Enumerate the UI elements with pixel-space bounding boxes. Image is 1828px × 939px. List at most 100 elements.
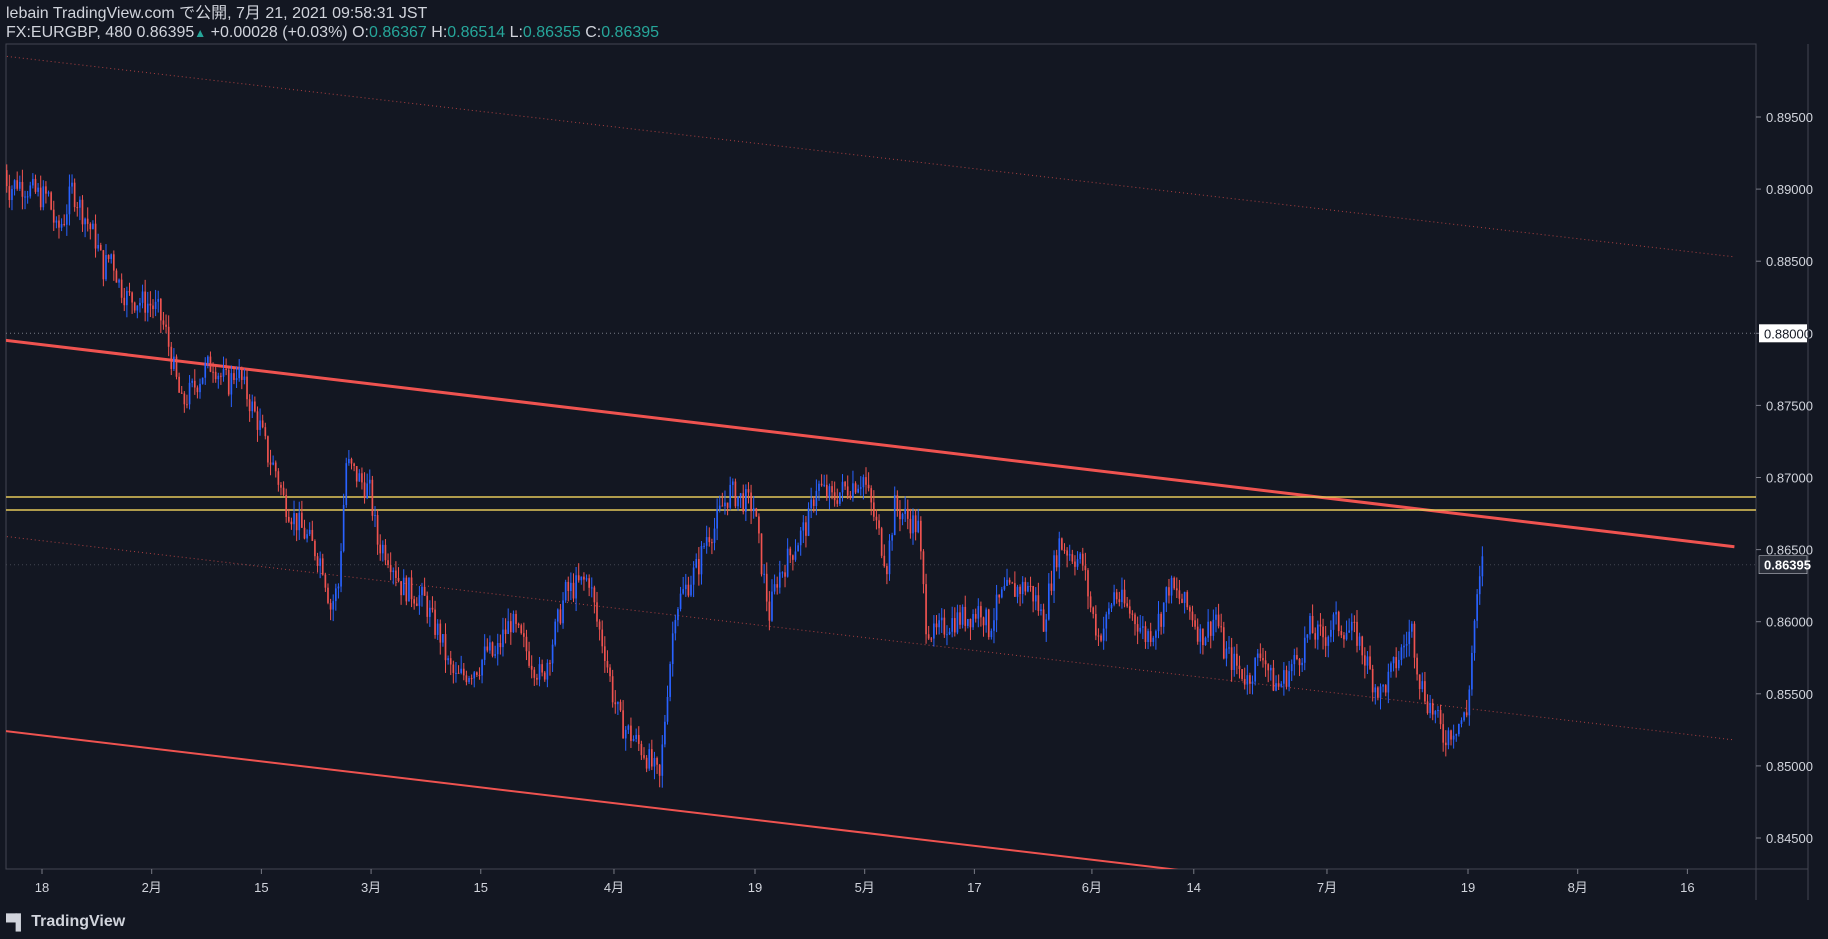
candle-body <box>682 589 685 594</box>
time-tick-label: 5月 <box>855 880 875 895</box>
candle-body <box>598 621 601 630</box>
candle-body <box>1115 592 1118 600</box>
candle-body <box>405 577 408 602</box>
candle-body <box>423 586 426 596</box>
time-tick-label: 2月 <box>142 880 162 895</box>
candle-body <box>144 291 146 313</box>
candle-body <box>1442 724 1445 743</box>
candle-body <box>397 577 400 582</box>
candle-body <box>567 581 570 592</box>
candle-body <box>1298 658 1301 666</box>
candle-body <box>18 181 21 189</box>
candle-body <box>617 701 619 705</box>
candle-body <box>1272 667 1275 691</box>
candle-body <box>538 664 541 680</box>
candle-body <box>131 292 133 303</box>
candle-body <box>734 481 737 507</box>
candle-body <box>523 633 525 637</box>
candle-body <box>465 675 468 683</box>
candle-body <box>687 584 690 596</box>
candle-body <box>635 734 638 739</box>
candle-body <box>342 504 345 552</box>
candle-body <box>1142 626 1144 628</box>
candle-body <box>1181 598 1183 603</box>
candle-body <box>358 473 361 482</box>
candle-body <box>1463 712 1465 721</box>
tradingview-logo-icon: ▀▌ <box>6 913 26 931</box>
candle-body <box>1246 675 1249 685</box>
candle-body <box>389 565 392 573</box>
candle-body <box>880 528 883 556</box>
candle-body <box>643 755 645 758</box>
candle-body <box>883 555 886 567</box>
candle-body <box>34 178 37 192</box>
price-tick-label: 0.87500 <box>1766 398 1813 413</box>
candle-body <box>1262 657 1264 661</box>
logo-text: TradingView <box>31 913 126 930</box>
candle-body <box>854 483 857 493</box>
candle-body <box>969 618 972 628</box>
candle-body <box>217 375 220 380</box>
candle-body <box>11 189 13 201</box>
candle-body <box>765 573 768 602</box>
candle-body <box>839 492 841 504</box>
candle-body <box>481 659 483 676</box>
candle-body <box>162 320 165 325</box>
candle-body <box>1160 613 1162 627</box>
candle-body <box>157 298 160 302</box>
candle-body <box>1217 614 1220 627</box>
candle-body <box>802 522 805 531</box>
candle-body <box>1465 712 1468 716</box>
candle-body <box>1361 636 1364 656</box>
candle-body <box>71 182 73 187</box>
trendline-support <box>6 730 1179 869</box>
candle-body <box>489 642 491 651</box>
candle-body <box>128 291 131 293</box>
candle-body <box>637 734 640 744</box>
candle-body <box>324 574 327 588</box>
candle-body <box>447 658 449 661</box>
price-tick-label: 0.88500 <box>1766 254 1813 269</box>
candle-body <box>671 633 674 665</box>
candle-body <box>371 479 374 516</box>
candle-body <box>1236 653 1238 666</box>
candle-body <box>742 493 745 512</box>
candle-body <box>815 490 818 506</box>
candle-body <box>460 668 463 673</box>
price-axis[interactable]: 0.84500 0.85000 0.85500 0.86000 0.86500 0.870… <box>1756 110 1813 846</box>
candle-body <box>912 515 914 534</box>
time-axis[interactable]: 18 2月 15 3月 15 4月 19 5月 17 6月 14 7月 19 8月 16 <box>35 869 1695 895</box>
candle-body <box>549 662 551 664</box>
candle-body <box>1377 687 1379 698</box>
candle-body <box>42 186 45 208</box>
candle-body <box>844 481 846 487</box>
candle-body <box>1256 653 1259 658</box>
current-price-label: 0.86395 <box>1764 558 1811 573</box>
tradingview-logo[interactable]: ▀▌ TradingView <box>6 913 125 931</box>
candle-body <box>1121 589 1123 603</box>
candle-body <box>1413 623 1416 658</box>
candle-body <box>1450 730 1452 740</box>
candle-body <box>575 575 577 599</box>
trendline-resistance <box>6 338 1735 549</box>
candle-body <box>896 495 899 510</box>
candle-body <box>1222 627 1225 659</box>
candle-body <box>562 600 564 624</box>
candle-body <box>632 738 635 741</box>
candle-body <box>126 291 128 306</box>
candle-body <box>415 603 418 606</box>
candle-body <box>812 499 815 506</box>
candle-body <box>50 192 52 210</box>
candle-body <box>118 279 120 283</box>
candle-body <box>1040 609 1042 611</box>
candle-body <box>306 534 308 539</box>
candle-body <box>1408 631 1411 645</box>
candle-body <box>1418 674 1421 690</box>
candle-body <box>207 356 209 364</box>
candle-body <box>97 245 99 249</box>
candle-body <box>1350 621 1353 631</box>
candle-body <box>1087 570 1089 597</box>
price-chart[interactable]: 0.84500 0.85000 0.85500 0.86000 0.86500 0.870… <box>0 0 1828 939</box>
candle-body <box>282 487 285 495</box>
candle-body <box>872 502 875 517</box>
